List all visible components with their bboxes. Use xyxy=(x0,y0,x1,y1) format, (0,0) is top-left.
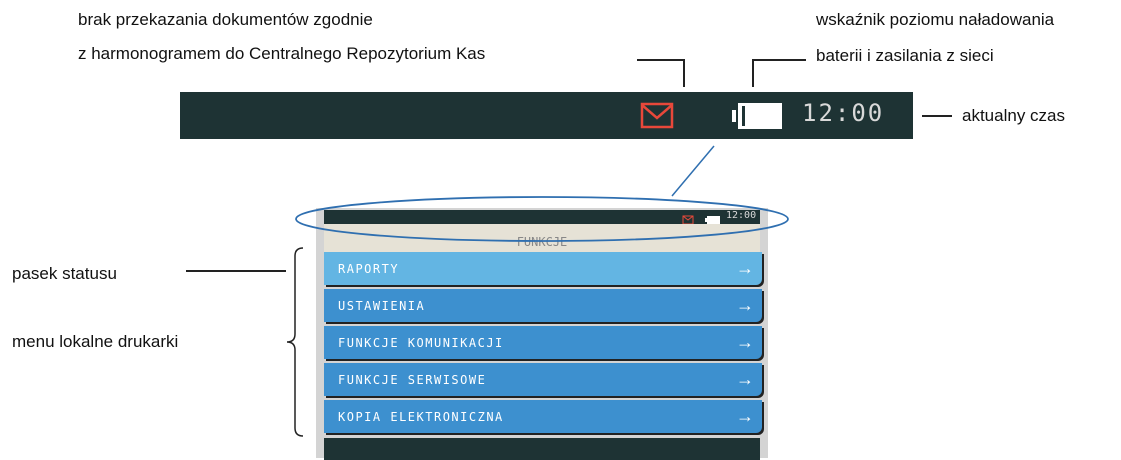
highlight-ellipse xyxy=(295,196,789,242)
menu-bracket xyxy=(286,247,304,437)
